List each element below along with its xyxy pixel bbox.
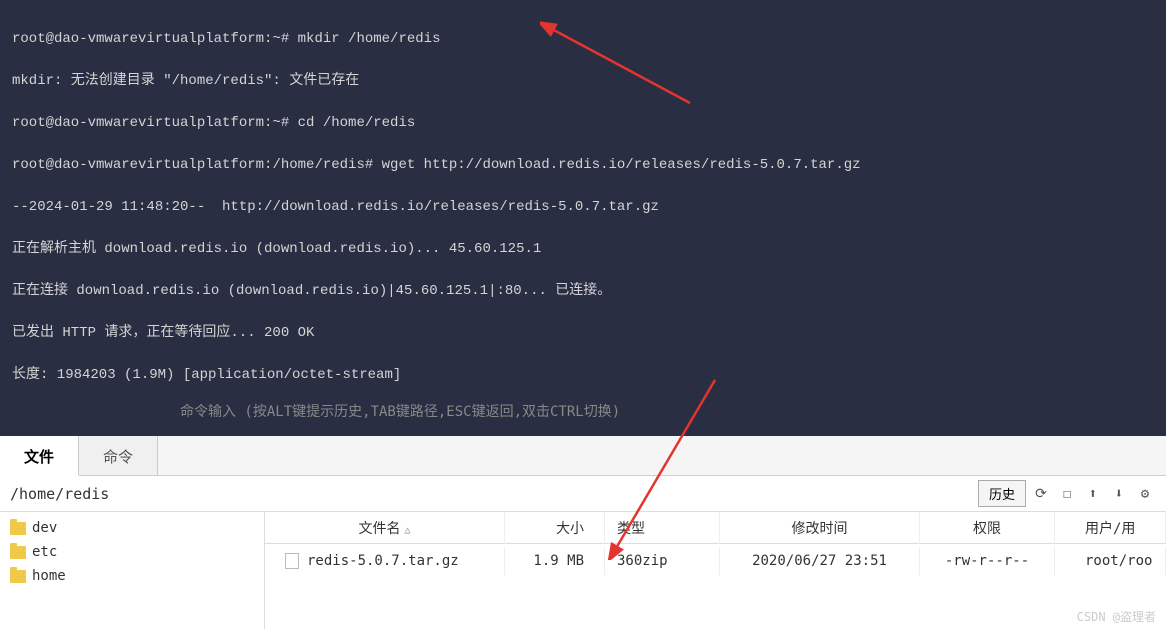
file-type-cell: 360zip bbox=[605, 547, 720, 575]
terminal-output[interactable]: root@dao-vmwarevirtualplatform:~# mkdir … bbox=[0, 0, 1166, 388]
upload-icon[interactable]: ⬆ bbox=[1082, 483, 1104, 505]
tab-command[interactable]: 命令 bbox=[79, 436, 158, 475]
column-header-perm[interactable]: 权限 bbox=[920, 512, 1055, 544]
file-name: redis-5.0.7.tar.gz bbox=[307, 553, 459, 569]
path-actions: 历史 ⟳ ☐ ⬆ ⬇ ⚙ bbox=[978, 480, 1156, 507]
watermark: CSDN @盗理者 bbox=[1077, 608, 1156, 625]
tree-item-etc[interactable]: etc bbox=[8, 540, 256, 564]
terminal-line: --2024-01-29 11:48:20-- http://download.… bbox=[12, 197, 1154, 218]
column-header-size[interactable]: 大小 bbox=[505, 512, 605, 544]
file-size-cell: 1.9 MB bbox=[505, 547, 605, 575]
refresh-icon[interactable]: ⟳ bbox=[1030, 483, 1052, 505]
column-header-date[interactable]: 修改时间 bbox=[720, 512, 920, 544]
terminal-line: root@dao-vmwarevirtualplatform:~# cd /ho… bbox=[12, 113, 1154, 134]
file-icon bbox=[285, 553, 299, 569]
terminal-line: 已发出 HTTP 请求，正在等待回应... 200 OK bbox=[12, 323, 1154, 344]
terminal-line: 正在连接 download.redis.io (download.redis.i… bbox=[12, 281, 1154, 302]
file-perm-cell: -rw-r--r-- bbox=[920, 547, 1055, 575]
file-row[interactable]: redis-5.0.7.tar.gz 1.9 MB 360zip 2020/06… bbox=[265, 544, 1166, 574]
file-browser: dev etc home 文件名△ 大小 类型 修改时间 权限 用户/用 red… bbox=[0, 512, 1166, 629]
path-bar: /home/redis 历史 ⟳ ☐ ⬆ ⬇ ⚙ bbox=[0, 476, 1166, 512]
command-input-placeholder: 命令输入 (按ALT键提示历史,TAB键路径,ESC键返回,双击CTRL切换) bbox=[180, 401, 620, 421]
tree-item-label: home bbox=[32, 568, 66, 584]
folder-icon bbox=[10, 522, 26, 535]
current-path[interactable]: /home/redis bbox=[10, 485, 109, 503]
file-user-cell: root/roo bbox=[1055, 547, 1166, 575]
tree-item-dev[interactable]: dev bbox=[8, 516, 256, 540]
file-date-cell: 2020/06/27 23:51 bbox=[720, 547, 920, 575]
tree-item-home[interactable]: home bbox=[8, 564, 256, 588]
file-list: 文件名△ 大小 类型 修改时间 权限 用户/用 redis-5.0.7.tar.… bbox=[265, 512, 1166, 629]
file-list-header: 文件名△ 大小 类型 修改时间 权限 用户/用 bbox=[265, 512, 1166, 544]
column-header-user[interactable]: 用户/用 bbox=[1055, 512, 1166, 544]
column-header-name[interactable]: 文件名△ bbox=[265, 512, 505, 544]
folder-icon bbox=[10, 546, 26, 559]
bookmark-icon[interactable]: ☐ bbox=[1056, 483, 1078, 505]
command-input-bar[interactable]: 命令输入 (按ALT键提示历史,TAB键路径,ESC键返回,双击CTRL切换) bbox=[0, 388, 1166, 436]
directory-tree[interactable]: dev etc home bbox=[0, 512, 265, 629]
tree-item-label: etc bbox=[32, 544, 57, 560]
tab-file[interactable]: 文件 bbox=[0, 436, 79, 476]
settings-icon[interactable]: ⚙ bbox=[1134, 483, 1156, 505]
file-name-cell: redis-5.0.7.tar.gz bbox=[265, 547, 505, 575]
terminal-line: 长度: 1984203 (1.9M) [application/octet-st… bbox=[12, 365, 1154, 386]
sort-asc-icon: △ bbox=[404, 525, 410, 536]
folder-icon bbox=[10, 570, 26, 583]
terminal-line: root@dao-vmwarevirtualplatform:~# mkdir … bbox=[12, 29, 1154, 50]
download-icon[interactable]: ⬇ bbox=[1108, 483, 1130, 505]
tab-bar: 文件 命令 bbox=[0, 436, 1166, 476]
terminal-line: root@dao-vmwarevirtualplatform:/home/red… bbox=[12, 155, 1154, 176]
tree-item-label: dev bbox=[32, 520, 57, 536]
column-header-type[interactable]: 类型 bbox=[605, 512, 720, 544]
terminal-line: mkdir: 无法创建目录 "/home/redis": 文件已存在 bbox=[12, 71, 1154, 92]
history-button[interactable]: 历史 bbox=[978, 480, 1026, 507]
terminal-line: 正在解析主机 download.redis.io (download.redis… bbox=[12, 239, 1154, 260]
